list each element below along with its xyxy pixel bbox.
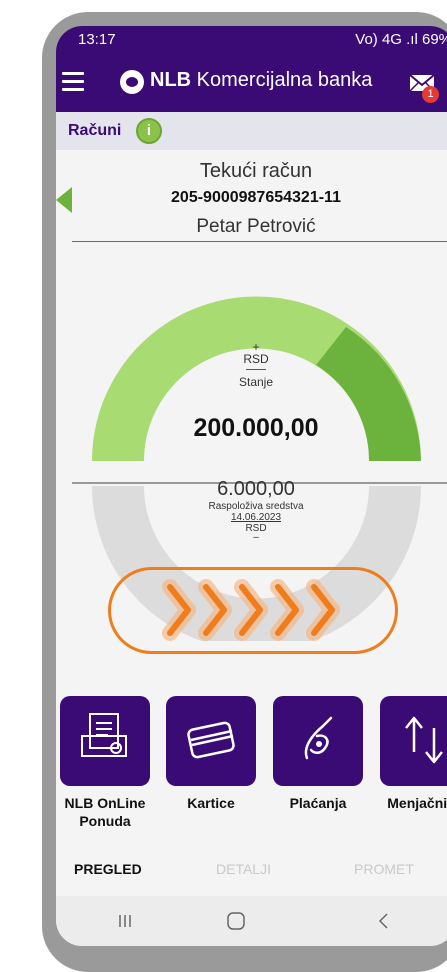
currency-top: RSD <box>243 352 269 366</box>
available-label: Raspoloživa sredstva <box>208 501 304 512</box>
app-screen: 13:17 Vo) 4G .ıl 69% NLB Komercijalna ba… <box>56 26 447 946</box>
currency-divider <box>246 369 266 370</box>
account-type: Tekući račun <box>199 160 313 182</box>
status-time: 13:17 <box>78 31 116 48</box>
action-label: Kartice <box>187 795 235 811</box>
balance-amount: 200.000,00 <box>193 414 319 442</box>
exchange-tile[interactable] <box>380 696 447 786</box>
tab-details[interactable]: DETALJI <box>216 861 271 877</box>
card-icon <box>187 721 235 759</box>
app-bar: NLB Komercijalna banka 1 <box>56 54 447 112</box>
brand-bold: NLB <box>150 69 192 91</box>
section-header: Računi i <box>56 112 447 150</box>
tab-overview[interactable]: PREGLED <box>74 861 142 877</box>
swipe-chevrons-icon <box>162 579 340 641</box>
back-icon <box>378 913 388 929</box>
account-holder: Petar Petrović <box>196 216 316 237</box>
swipe-to-pay-button[interactable] <box>108 567 398 654</box>
action-payments[interactable]: Plaćanja <box>273 696 363 812</box>
tab-transactions[interactable]: PROMET <box>354 861 414 877</box>
action-label: Menjačnica <box>387 795 447 811</box>
nav-buttons <box>119 912 388 930</box>
hamburger-menu-icon[interactable] <box>62 72 84 92</box>
home-icon <box>227 912 245 930</box>
online-offer-tile[interactable] <box>60 696 150 786</box>
status-indicators: Vo) 4G .ıl 69% <box>355 31 447 48</box>
online-offer-icon <box>81 713 127 757</box>
action-online-offer[interactable]: NLB OnLine Ponuda <box>60 696 150 830</box>
account-number: 205-9000987654321-11 <box>171 189 341 206</box>
cards-tile[interactable] <box>166 696 256 786</box>
action-exchange[interactable]: Menjačnica <box>380 696 447 812</box>
mail-badge: 1 <box>422 86 439 103</box>
brand-name: Komercijalna banka <box>196 69 373 91</box>
status-bar: 13:17 Vo) 4G .ıl 69% <box>56 26 447 54</box>
bank-brand: NLB Komercijalna banka <box>150 69 372 92</box>
section-title: Računi <box>68 122 122 139</box>
action-label: NLB OnLine Ponuda <box>64 795 146 829</box>
payments-tile[interactable] <box>273 696 363 786</box>
account-tabs: PREGLED DETALJI PROMET <box>56 856 447 886</box>
payment-icon <box>304 716 333 760</box>
bank-logo-icon <box>120 70 144 94</box>
system-nav-bar <box>56 896 447 946</box>
available-amount: 6.000,00 <box>217 478 295 500</box>
account-divider <box>72 241 447 242</box>
info-icon[interactable]: i <box>136 118 162 144</box>
balance-label: Stanje <box>238 375 274 389</box>
available-date: 14.06.2023 <box>230 512 282 523</box>
exchange-icon <box>405 716 443 764</box>
recent-apps-icon <box>119 915 131 927</box>
action-cards[interactable]: Kartice <box>166 696 256 812</box>
minus-sign: – <box>253 532 259 543</box>
action-label: Plaćanja <box>289 795 347 811</box>
